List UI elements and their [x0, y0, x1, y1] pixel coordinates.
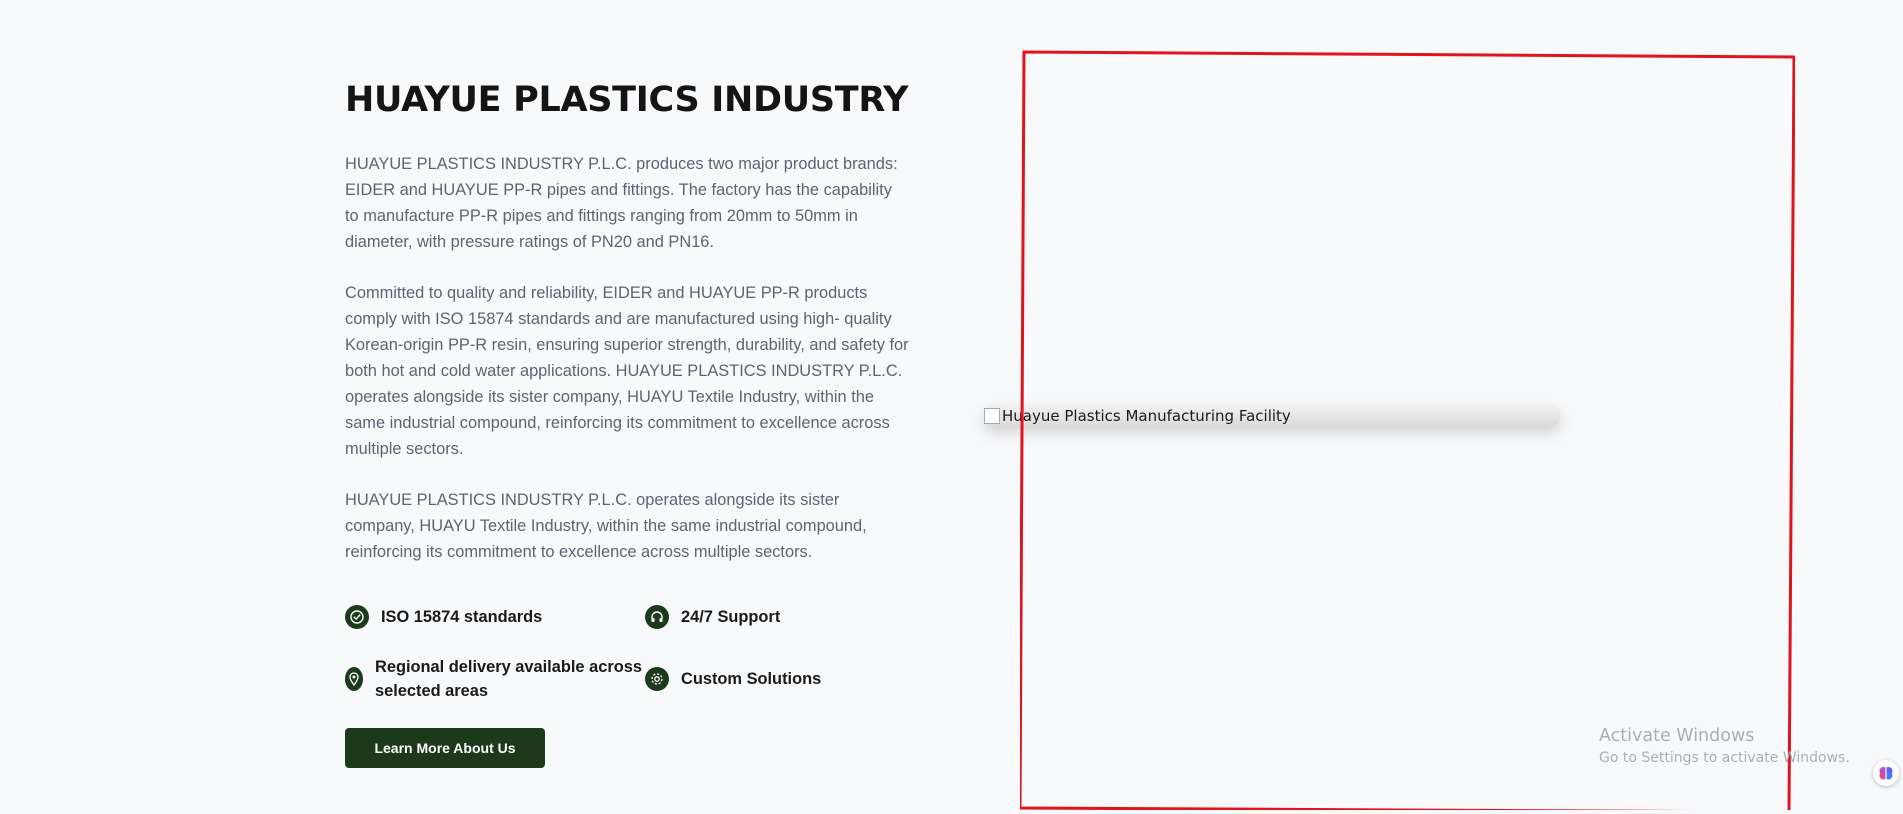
- feature-item-delivery: Regional delivery available across selec…: [345, 655, 645, 703]
- facility-image: Huayue Plastics Manufacturing Facility: [984, 405, 1560, 427]
- windows-activation-notice: Activate Windows Go to Settings to activ…: [1599, 726, 1850, 766]
- feature-label: 24/7 Support: [681, 608, 781, 626]
- assistant-fab[interactable]: [1873, 760, 1899, 786]
- feature-item-custom: Custom Solutions: [645, 655, 905, 703]
- about-paragraph-1: HUAYUE PLASTICS INDUSTRY P.L.C. produces…: [345, 155, 898, 251]
- map-pin-icon: [345, 667, 363, 691]
- about-paragraph-2: Committed to quality and reliability, EI…: [345, 284, 909, 458]
- gear-icon: [645, 667, 669, 691]
- broken-image-icon: [984, 408, 1000, 424]
- learn-more-button[interactable]: Learn More About Us: [345, 728, 545, 768]
- activation-title: Activate Windows: [1599, 726, 1755, 746]
- headphones-icon: [645, 605, 669, 629]
- feature-list: ISO 15874 standards 24/7 Support Regiona…: [345, 595, 910, 703]
- page-title: HUAYUE PLASTICS INDUSTRY: [345, 80, 909, 120]
- image-alt-label: Huayue Plastics Manufacturing Facility: [1002, 407, 1291, 425]
- brain-icon: [1879, 767, 1893, 780]
- page: HUAYUE PLASTICS INDUSTRY HUAYUE PLASTICS…: [0, 0, 1903, 814]
- feature-label: Custom Solutions: [681, 670, 822, 688]
- feature-item-support: 24/7 Support: [645, 595, 905, 639]
- feature-label: Regional delivery available across selec…: [375, 658, 642, 700]
- feature-label: ISO 15874 standards: [381, 608, 543, 626]
- about-section: HUAYUE PLASTICS INDUSTRY HUAYUE PLASTICS…: [345, 76, 910, 768]
- feature-item-iso: ISO 15874 standards: [345, 595, 645, 639]
- annotation-box: [1020, 50, 1795, 810]
- about-paragraph-3: HUAYUE PLASTICS INDUSTRY P.L.C. operates…: [345, 491, 867, 561]
- activation-subtitle: Go to Settings to activate Windows.: [1599, 750, 1850, 766]
- image-alt-text: Huayue Plastics Manufacturing Facility: [984, 405, 1291, 427]
- check-circle-icon: [345, 605, 369, 629]
